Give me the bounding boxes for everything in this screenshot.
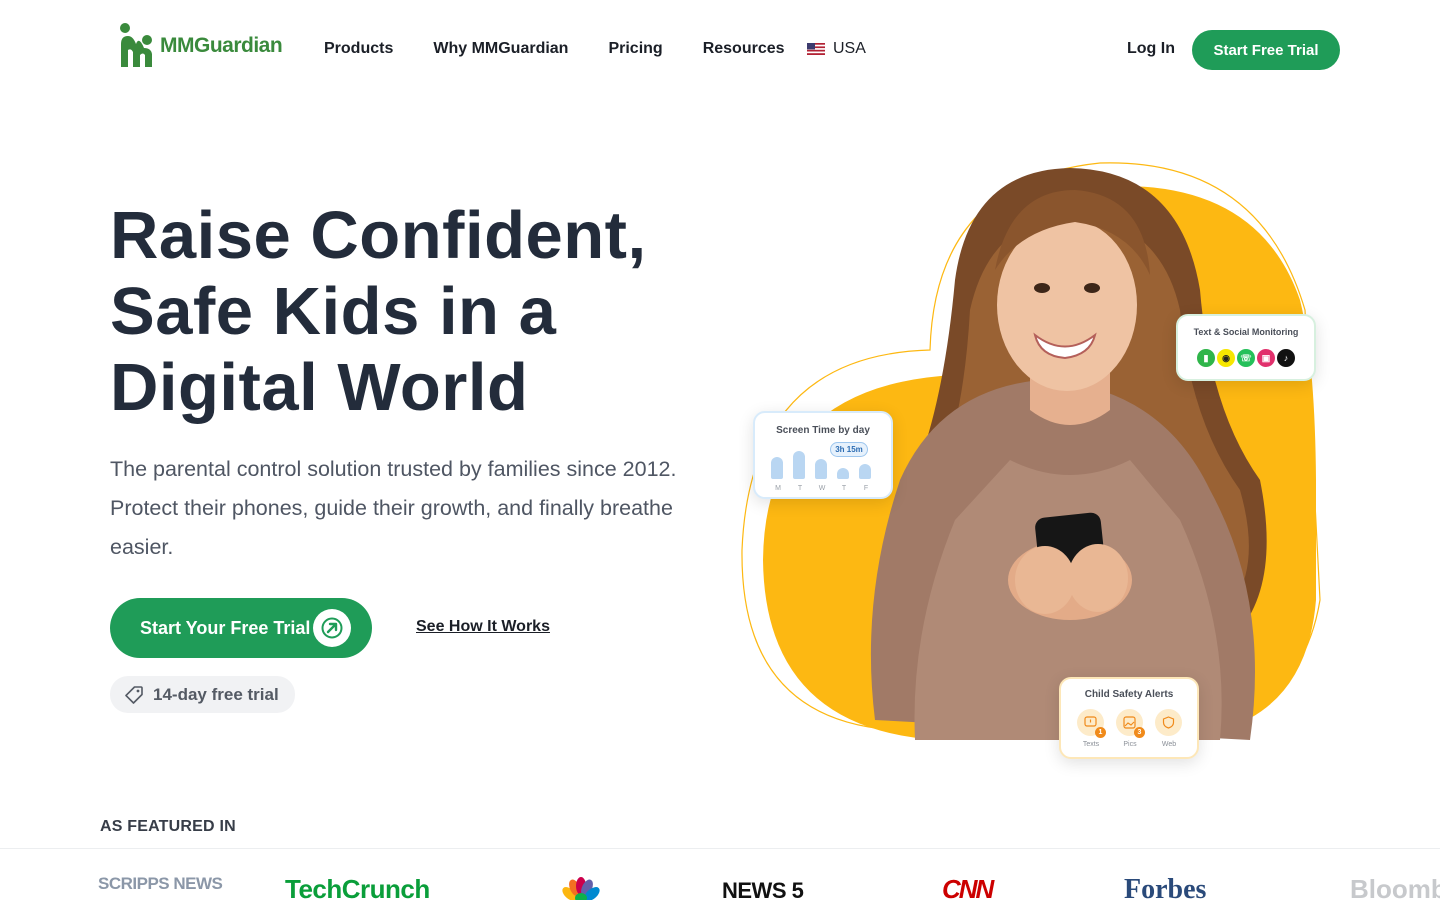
alert-label: Texts (1082, 741, 1100, 748)
trial-badge-label: 14-day free trial (153, 684, 279, 704)
screen-time-bar-fri (859, 464, 871, 479)
cta-primary-label: Start Your Free Trial (140, 617, 311, 638)
press-logo-techcrunch: TechCrunch (285, 874, 430, 900)
nav-why-mmguardian[interactable]: Why MMGuardian (433, 40, 568, 58)
screen-time-bar-mon (771, 457, 783, 479)
primary-nav: Products Why MMGuardian Pricing Resource… (324, 40, 785, 58)
alert-count: 1 (1095, 727, 1106, 738)
featured-in-label: AS FEATURED IN (100, 818, 236, 835)
alert-item-pics: 3 Pics (1116, 709, 1145, 748)
hero-subtitle: The parental control solution trusted by… (110, 457, 677, 559)
nav-resources[interactable]: Resources (703, 40, 785, 58)
safety-alerts-card: Child Safety Alerts 1 Texts 3 Pics Web (1059, 677, 1199, 759)
arrow-up-right-icon (313, 609, 351, 647)
press-logo-news5: NEWS 5 (722, 878, 804, 900)
screen-time-days: M T W T F (774, 485, 870, 492)
press-logo-forbes: Forbes (1124, 874, 1207, 900)
tiktok-icon: ♪ (1275, 347, 1297, 369)
press-logo-scripps: SCRIPPS NEWS (98, 874, 223, 893)
featured-divider (0, 848, 1440, 849)
alert-label: Web (1161, 741, 1177, 748)
social-app-icons: ▮ ◉ ☏ ▣ ♪ (1195, 347, 1297, 369)
whatsapp-icon: ☏ (1235, 347, 1257, 369)
day-label: T (841, 485, 847, 492)
social-monitoring-title: Text & Social Monitoring (1193, 327, 1299, 337)
start-free-trial-button[interactable]: Start Free Trial (1192, 30, 1340, 70)
login-link[interactable]: Log In (1127, 40, 1175, 58)
shield-icon (1155, 709, 1182, 736)
press-logo-nbc (560, 876, 602, 900)
see-how-it-works-link[interactable]: See How It Works (416, 618, 550, 636)
press-logo-cnn: CNN (942, 874, 994, 900)
screen-time-card: Screen Time by day 3h 15m M T W T F (753, 411, 893, 499)
nav-products[interactable]: Products (324, 40, 393, 58)
tag-icon (125, 685, 143, 704)
social-monitoring-card: Text & Social Monitoring ▮ ◉ ☏ ▣ ♪ (1176, 314, 1316, 381)
press-logo-bloomberg: Bloomberg (1350, 874, 1440, 900)
trial-badge: 14-day free trial (110, 676, 295, 713)
screen-time-bars (771, 451, 871, 479)
instagram-icon: ▣ (1255, 347, 1277, 369)
hero-title: Raise Confident, Safe Kids in a Digital … (110, 198, 647, 425)
safety-alerts-title: Child Safety Alerts (1084, 689, 1174, 700)
screen-time-title: Screen Time by day (776, 425, 870, 436)
screen-time-bar-wed (815, 459, 827, 479)
screen-time-bar-tue (793, 451, 805, 479)
alert-item-texts: 1 Texts (1077, 709, 1106, 748)
brand-name: MMGuardian (160, 34, 283, 57)
site-header: MMGuardian Products Why MMGuardian Prici… (0, 0, 1440, 100)
day-label: M (775, 485, 781, 492)
brand-logo[interactable]: MMGuardian (118, 22, 283, 70)
alert-count: 3 (1134, 727, 1145, 738)
image-alert-icon: 3 (1116, 709, 1145, 738)
screen-time-bar-thu (837, 468, 849, 479)
day-label: F (863, 485, 869, 492)
alert-item-web: Web (1155, 709, 1183, 748)
day-label: T (797, 485, 803, 492)
nav-pricing[interactable]: Pricing (608, 40, 662, 58)
country-label: USA (833, 40, 866, 57)
messages-icon: ▮ (1195, 347, 1217, 369)
country-selector[interactable]: USA (807, 40, 866, 58)
us-flag-icon (807, 43, 825, 55)
day-label: W (818, 485, 826, 492)
logo-mark-icon (120, 23, 152, 67)
alert-label: Pics (1123, 741, 1137, 748)
message-alert-icon: 1 (1077, 709, 1106, 738)
snapchat-icon: ◉ (1215, 347, 1237, 369)
press-logos: SCRIPPS NEWS TechCrunch NEWS 5 CNN Forbe… (0, 870, 1440, 900)
nbc-peacock-icon (562, 877, 600, 900)
start-your-free-trial-button[interactable]: Start Your Free Trial (110, 598, 372, 658)
safety-alerts-row: 1 Texts 3 Pics Web (1077, 709, 1183, 748)
